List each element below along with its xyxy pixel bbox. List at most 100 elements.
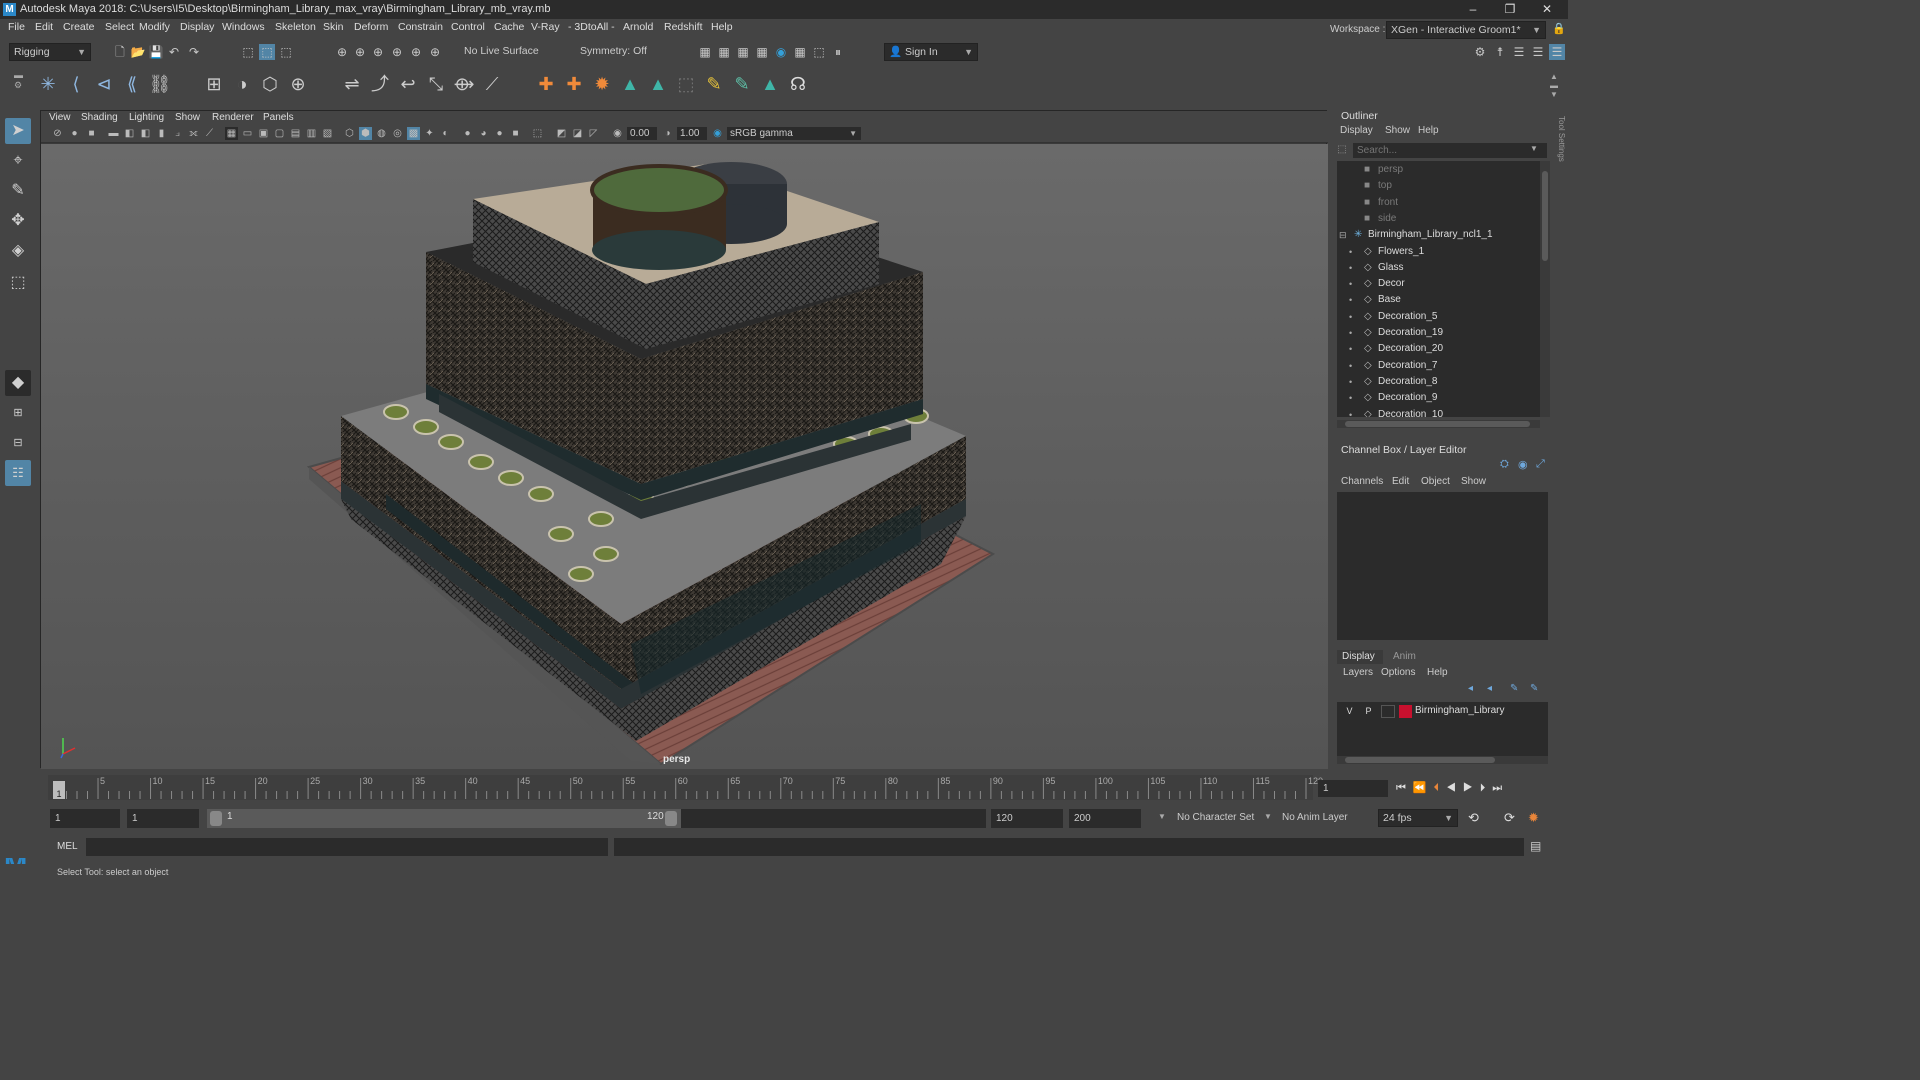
film-gate-icon[interactable]: ◧ xyxy=(139,127,152,140)
camera-2d-pan-icon[interactable]: ◸ xyxy=(587,127,600,140)
channel-link-icon[interactable]: ◉ xyxy=(1518,458,1528,471)
expand-icon[interactable]: • xyxy=(1349,358,1352,374)
layer-hscroll-thumb[interactable] xyxy=(1345,757,1495,763)
select-component-icon[interactable]: ⬚ xyxy=(278,44,294,60)
close-icon[interactable]: ✕ xyxy=(1531,1,1563,18)
snap-vertex-icon[interactable]: ⊕ xyxy=(427,44,443,60)
ik-spline-icon[interactable]: ⊲ xyxy=(92,72,116,96)
channel-expand-icon[interactable]: ⤢ xyxy=(1536,458,1545,471)
mirror-joint-icon[interactable]: ⟪ xyxy=(120,72,144,96)
step-forward-frame-icon[interactable]: ⏵ xyxy=(1480,782,1493,794)
render-view-icon[interactable]: ▦ xyxy=(792,44,808,60)
menu-modify[interactable]: Modify xyxy=(139,21,170,33)
time-slider[interactable]: 5 10 15 20 25 30 35 40 45 50 55 60 65 70 75 80 85 90 95 100… xyxy=(48,775,1323,800)
menu-windows[interactable]: Windows xyxy=(222,21,265,33)
motion-blur-icon[interactable]: ◎ xyxy=(391,127,404,140)
wire-on-shaded-icon[interactable]: ▢ xyxy=(273,127,286,140)
snap-surface-icon[interactable]: ⊕ xyxy=(408,44,424,60)
image-plane-icon[interactable]: ▬ xyxy=(107,127,120,140)
menu-control[interactable]: Control xyxy=(451,21,485,33)
use-lights-icon[interactable]: ▥ xyxy=(305,127,318,140)
menu-redshift[interactable]: Redshift xyxy=(664,21,703,33)
expand-icon[interactable]: • xyxy=(1349,374,1352,390)
layer-visibility-toggle[interactable]: V xyxy=(1343,705,1356,718)
snap-view-icon[interactable]: ⊕ xyxy=(389,44,405,60)
collapse-icon[interactable]: ⊟ xyxy=(1339,227,1347,243)
chevron-down-icon[interactable]: ▼ xyxy=(1530,144,1538,153)
humanik-icon[interactable]: ⛓ xyxy=(148,72,172,96)
snap-grid-icon[interactable]: ⊕ xyxy=(334,44,350,60)
expand-icon[interactable]: • xyxy=(1349,390,1352,406)
viewport-menu-panels[interactable]: Panels xyxy=(263,112,294,123)
expand-icon[interactable]: • xyxy=(1349,341,1352,357)
hypershade-icon[interactable]: ◉ xyxy=(773,44,789,60)
channel-list[interactable] xyxy=(1337,492,1548,640)
play-forward-icon[interactable]: ▶ xyxy=(1463,782,1480,794)
shaded-cube-icon[interactable]: ⬢ xyxy=(359,127,372,140)
textured-icon[interactable]: ▤ xyxy=(289,127,302,140)
menu-display[interactable]: Display xyxy=(180,21,214,33)
range-start-handle[interactable] xyxy=(210,811,222,826)
color-space-dropdown[interactable]: sRGB gamma ▼ xyxy=(727,127,861,140)
viewport-panel[interactable]: View Shading Lighting Show Renderer Panels ⊘ … xyxy=(40,110,1328,769)
cluster-icon[interactable]: ⊕ xyxy=(286,72,310,96)
character-controls-icon[interactable]: ☨ xyxy=(1492,44,1508,60)
sign-in-dropdown[interactable]: 👤 Sign In ▼ xyxy=(884,43,978,61)
smooth-bind-icon[interactable]: ◑ xyxy=(230,72,254,96)
open-scene-icon[interactable]: 📂 xyxy=(130,44,146,60)
hud-icon[interactable]: ■ xyxy=(509,127,522,140)
rig-tool-f-icon[interactable]: ▲ xyxy=(758,72,782,96)
expand-icon[interactable]: • xyxy=(1349,276,1352,292)
viewport-menu-lighting[interactable]: Lighting xyxy=(129,112,164,123)
expand-icon[interactable]: • xyxy=(1349,292,1352,308)
range-slider[interactable]: 1 120 xyxy=(207,809,681,828)
backface-icon[interactable]: ● xyxy=(493,127,506,140)
constraint-orient-icon[interactable]: ↩ xyxy=(396,72,420,96)
rig-tool-b-icon[interactable]: ▲ xyxy=(646,72,670,96)
channel-menu-show[interactable]: Show xyxy=(1461,476,1486,487)
menu-create[interactable]: Create xyxy=(63,21,95,33)
outliner-hscrollbar[interactable] xyxy=(1337,420,1540,428)
safe-action-icon[interactable]: ⟋ xyxy=(203,127,216,140)
dof-icon[interactable]: ✦ xyxy=(423,127,436,140)
ambient-occlusion-icon[interactable]: ◍ xyxy=(375,127,388,140)
menu-cache[interactable]: Cache xyxy=(494,21,524,33)
bind-skin-icon[interactable]: ⊞ xyxy=(202,72,226,96)
exposure-icon[interactable]: ◉ xyxy=(611,127,624,140)
lock-icon[interactable]: 🔒 xyxy=(1552,22,1566,35)
filter-icon[interactable]: ⬚ xyxy=(1335,144,1349,158)
rig-tool-c-icon[interactable]: ⬚ xyxy=(674,72,698,96)
constraint-point-icon[interactable]: ⇌ xyxy=(340,72,364,96)
end-time-field[interactable]: 200 xyxy=(1069,809,1141,828)
fps-dropdown[interactable]: 24 fps ▼ xyxy=(1378,809,1458,827)
xray-icon[interactable]: ⬡ xyxy=(343,127,356,140)
shadows-icon[interactable]: ▧ xyxy=(321,127,334,140)
expand-icon[interactable]: • xyxy=(1349,309,1352,325)
vray-icon[interactable]: ⬚ xyxy=(811,44,827,60)
select-tool-icon[interactable]: ➤ xyxy=(5,118,31,144)
rig-tool-e-icon[interactable]: ✎ xyxy=(730,72,754,96)
tab-display[interactable]: Display xyxy=(1337,650,1383,664)
new-layer-icon[interactable]: ✎ xyxy=(1510,683,1518,694)
layer-name[interactable]: Birmingham_Library xyxy=(1415,705,1504,716)
step-back-frame-icon[interactable]: ⏴ xyxy=(1434,782,1447,794)
minimize-icon[interactable]: – xyxy=(1457,1,1489,18)
grid-toggle-icon[interactable]: ◧ xyxy=(123,127,136,140)
camera-zoom-icon[interactable]: ◪ xyxy=(571,127,584,140)
hscroll-thumb[interactable] xyxy=(1345,421,1530,427)
layer-menu-options[interactable]: Options xyxy=(1381,667,1415,678)
go-to-end-icon[interactable]: ⏭ xyxy=(1492,782,1509,794)
anim-layer-label[interactable]: No Anim Layer xyxy=(1282,812,1348,823)
chevron-down-icon[interactable]: ▼ xyxy=(1264,812,1272,821)
anim-prefs-icon[interactable]: ✹ xyxy=(1528,810,1539,826)
snap-curve-icon[interactable]: ⊕ xyxy=(352,44,368,60)
scale-tool-icon[interactable]: ⬚ xyxy=(5,270,31,296)
render-frame-icon[interactable]: ▦ xyxy=(697,44,713,60)
expand-icon[interactable]: • xyxy=(1349,244,1352,260)
paint-select-icon[interactable]: ✎ xyxy=(5,178,31,204)
live-surface-field[interactable]: No Live Surface xyxy=(460,43,542,61)
anti-alias-icon[interactable]: ▩ xyxy=(407,127,420,140)
menu-select[interactable]: Select xyxy=(105,21,134,33)
select-object-icon[interactable]: ⬚ xyxy=(259,44,275,60)
pause-icon[interactable]: ⏸ xyxy=(830,44,846,60)
